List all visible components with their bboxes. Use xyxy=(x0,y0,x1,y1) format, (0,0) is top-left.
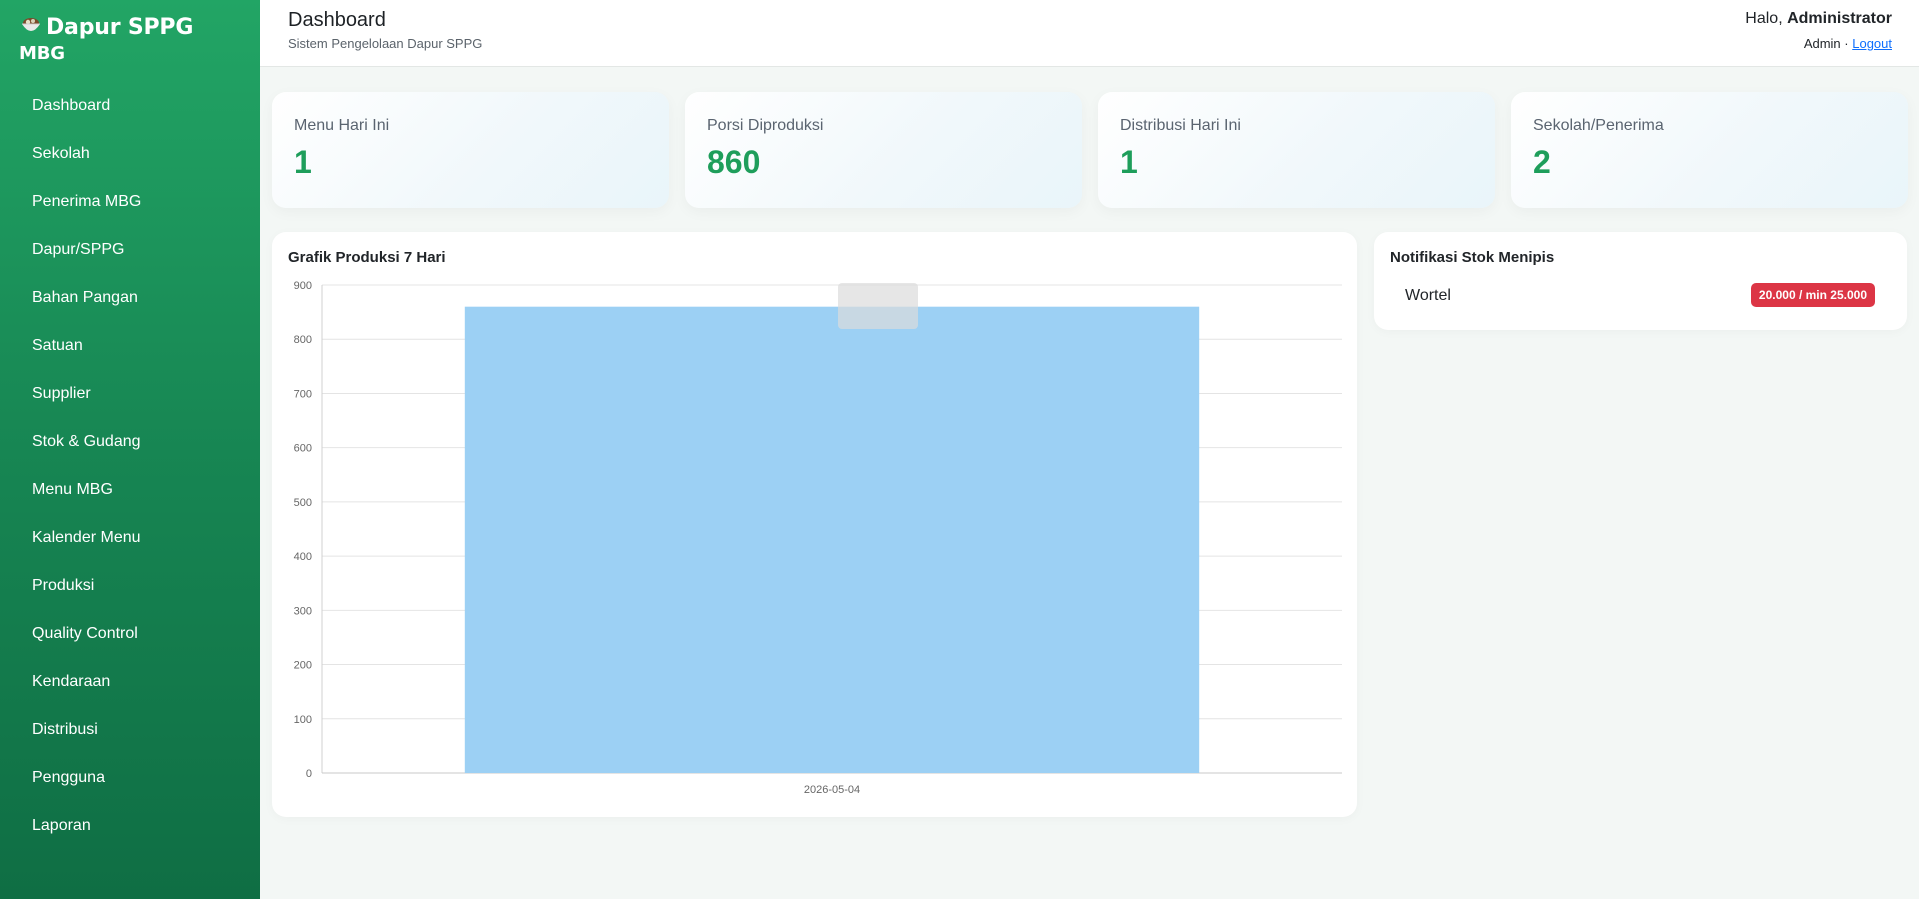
y-tick-label: 0 xyxy=(306,768,312,780)
sidebar-item-quality-control[interactable]: Quality Control xyxy=(0,618,260,666)
page-subtitle: Sistem Pengelolaan Dapur SPPG xyxy=(288,36,483,51)
logout-link[interactable]: Logout xyxy=(1852,36,1892,51)
low-stock-badge: 20.000 / min 25.000 xyxy=(1750,283,1875,307)
low-stock-notification-card: Notifikasi Stok Menipis Wortel 20.000 / … xyxy=(1374,232,1907,330)
sidebar-item-bahan-pangan[interactable]: Bahan Pangan xyxy=(0,282,260,330)
y-tick-label: 200 xyxy=(294,660,312,672)
stat-value: 1 xyxy=(294,144,312,180)
production-bar-chart: 0 100 200 300 400 500 600 700 800 900 2026-05-04 xyxy=(294,280,1342,796)
sidebar: Dapur SPPG MBG Dashboard Sekolah Penerim… xyxy=(0,0,260,899)
stat-card-menu-hari-ini: Menu Hari Ini 1 xyxy=(272,92,669,208)
user-role: Admin · xyxy=(1803,36,1849,51)
topbar: Dashboard Sistem Pengelolaan Dapur SPPG … xyxy=(260,0,1919,67)
sidebar-item-supplier[interactable]: Supplier xyxy=(0,378,260,426)
sidebar-item-penerima-mbg[interactable]: Penerima MBG xyxy=(0,186,260,234)
sidebar-item-laporan[interactable]: Laporan xyxy=(0,810,260,858)
sidebar-nav: Dashboard Sekolah Penerima MBG Dapur/SPP… xyxy=(0,90,260,858)
sidebar-item-kalender-menu[interactable]: Kalender Menu xyxy=(0,522,260,570)
brand[interactable]: Dapur SPPG MBG xyxy=(0,0,260,67)
sidebar-item-satuan[interactable]: Satuan xyxy=(0,330,260,378)
production-chart-card: Grafik Produksi 7 Hari 0 100 200 300 400 500 6… xyxy=(272,232,1357,817)
y-tick-label: 300 xyxy=(294,605,312,617)
sidebar-item-dashboard[interactable]: Dashboard xyxy=(0,90,260,138)
sidebar-item-pengguna[interactable]: Pengguna xyxy=(0,762,260,810)
stat-value: 860 xyxy=(707,144,761,180)
stat-value: 2 xyxy=(1533,144,1551,180)
notification-card-title: Notifikasi Stok Menipis xyxy=(1390,249,1555,266)
brand-title: Dapur SPPG xyxy=(46,15,194,40)
sidebar-item-sekolah[interactable]: Sekolah xyxy=(0,138,260,186)
x-tick-label: 2026-05-04 xyxy=(804,784,860,796)
stat-card-sekolah-penerima: Sekolah/Penerima 2 xyxy=(1511,92,1908,208)
stat-label: Menu Hari Ini xyxy=(294,117,390,134)
y-tick-label: 800 xyxy=(294,334,312,346)
chart-bar xyxy=(464,306,1200,773)
y-tick-label: 500 xyxy=(294,497,312,509)
y-tick-label: 100 xyxy=(294,714,312,726)
low-stock-item-name: Wortel xyxy=(1405,287,1451,304)
sidebar-item-distribusi[interactable]: Distribusi xyxy=(0,714,260,762)
sidebar-item-dapur-sppg[interactable]: Dapur/SPPG xyxy=(0,234,260,282)
stat-label: Sekolah/Penerima xyxy=(1533,117,1664,134)
sidebar-item-stok-gudang[interactable]: Stok & Gudang xyxy=(0,426,260,474)
y-tick-label: 600 xyxy=(294,443,312,455)
page-title: Dashboard xyxy=(288,9,386,31)
user-name: Administrator xyxy=(1787,10,1892,27)
stat-card-porsi-diproduksi: Porsi Diproduksi 860 xyxy=(685,92,1082,208)
sidebar-item-produksi[interactable]: Produksi xyxy=(0,570,260,618)
y-tick-label: 400 xyxy=(294,551,312,563)
greeting-text: Halo, xyxy=(1745,10,1783,27)
stat-label: Distribusi Hari Ini xyxy=(1120,117,1241,134)
sidebar-item-kendaraan[interactable]: Kendaraan xyxy=(0,666,260,714)
stat-label: Porsi Diproduksi xyxy=(707,117,824,134)
user-role-line: Admin · Logout xyxy=(1804,36,1892,51)
stat-value: 1 xyxy=(1120,144,1138,180)
y-tick-label: 900 xyxy=(294,280,312,292)
chart-tooltip xyxy=(838,283,918,329)
bowl-icon xyxy=(22,18,40,31)
stat-card-distribusi-hari-ini: Distribusi Hari Ini 1 xyxy=(1098,92,1495,208)
sidebar-item-menu-mbg[interactable]: Menu MBG xyxy=(0,474,260,522)
y-tick-label: 700 xyxy=(294,388,312,400)
brand-subtitle: MBG xyxy=(19,43,65,64)
user-greeting: Halo, Administrator xyxy=(1745,10,1892,28)
